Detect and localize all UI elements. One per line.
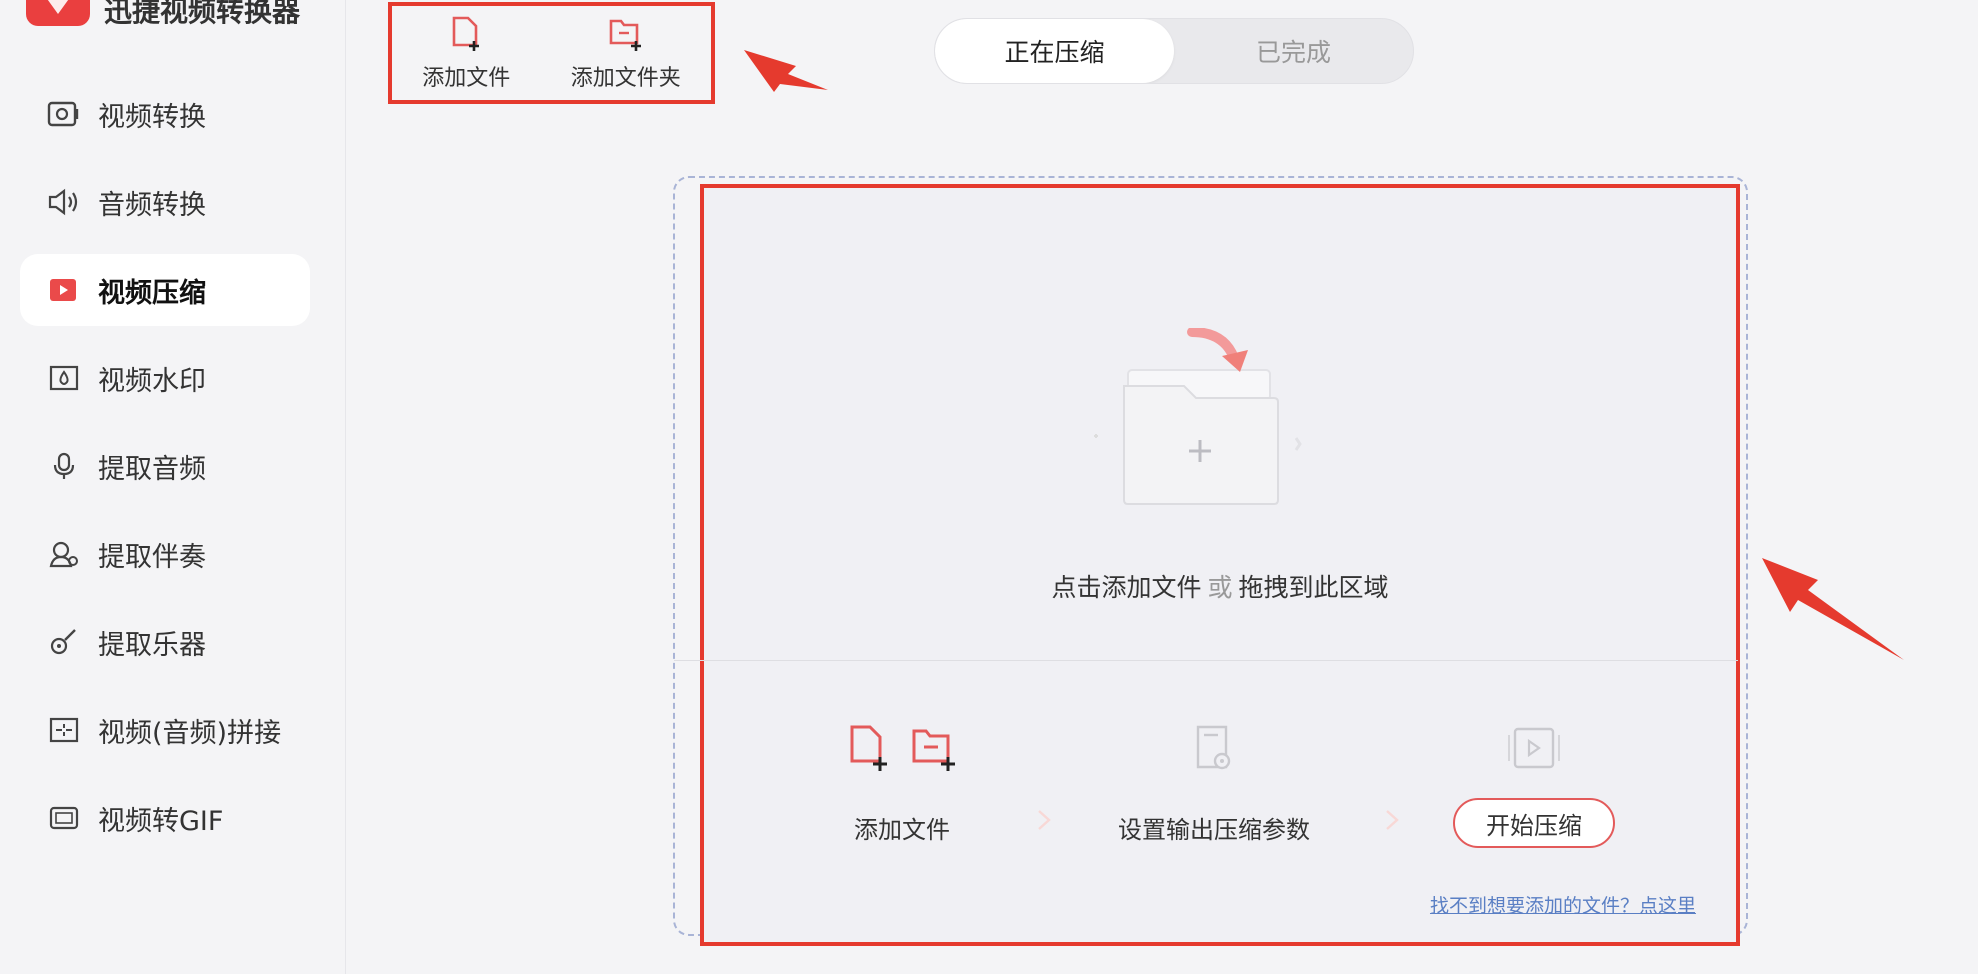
video-convert-icon (44, 94, 84, 134)
dropzone-hint-or: 或 (1207, 573, 1233, 602)
add-folder-label: 添加文件夹 (570, 66, 681, 91)
step-add-file: 添加文件 (812, 718, 992, 845)
settings-file-icon (1196, 725, 1231, 770)
step-start-icons (1505, 718, 1563, 778)
step-add-icons (846, 718, 958, 778)
tab-completed[interactable]: 已完成 (1174, 19, 1413, 83)
add-file-icon (446, 14, 486, 54)
add-file-icon[interactable] (846, 723, 890, 773)
sidebar-item-label: 视频转换 (98, 101, 206, 133)
sidebar-item-label: 视频压缩 (98, 277, 206, 309)
add-folder-icon[interactable] (910, 723, 958, 773)
status-tabs: 正在压缩 已完成 (934, 18, 1414, 84)
sidebar-item-label: 视频转GIF (98, 805, 224, 837)
help-link[interactable]: 找不到想要添加的文件？点这里 (1430, 891, 1696, 918)
dropzone-hint-click: 点击添加文件 (1051, 573, 1202, 602)
gif-icon (44, 798, 84, 838)
sidebar: 迅捷视频转换器 视频转换 音频转换 视频压缩 视频水印 提取音频 提取伴奏 提取… (0, 0, 346, 974)
dropzone[interactable]: 点击添加文件或拖拽到此区域 (704, 188, 1736, 658)
watermark-icon (44, 358, 84, 398)
sidebar-item-label: 视频水印 (98, 365, 206, 397)
chevron-right-icon (1038, 810, 1051, 830)
sidebar-item-video-convert[interactable]: 视频转换 (20, 78, 310, 150)
add-file-label: 添加文件 (422, 66, 511, 91)
step-set-params: 设置输出压缩参数 (1104, 718, 1324, 845)
sidebar-item-label: 提取伴奏 (98, 541, 206, 573)
step-add-file-label: 添加文件 (854, 816, 950, 844)
chevron-right-icon (1386, 810, 1399, 830)
step-set-params-label: 设置输出压缩参数 (1118, 816, 1310, 844)
add-folder-illustration-icon (1094, 328, 1302, 505)
step-params-icons (1192, 718, 1236, 778)
tab-compressing[interactable]: 正在压缩 (935, 19, 1174, 83)
sidebar-item-label: 视频(音频)拼接 (98, 717, 282, 749)
sidebar-item-label: 音频转换 (98, 189, 206, 221)
annotation-arrow-icon (1762, 558, 1904, 660)
add-folder-icon (606, 14, 646, 54)
steps-guide: 添加文件 设置输出压缩参数 开始压缩 (704, 718, 1736, 878)
video-play-icon (1508, 727, 1560, 769)
sidebar-item-extract-audio[interactable]: 提取音频 (20, 430, 310, 502)
dropzone-panel: 点击添加文件或拖拽到此区域 添加文件 设置输出压缩参数 开始压缩 找不到想要添加… (674, 184, 1740, 946)
sidebar-item-audio-convert[interactable]: 音频转换 (20, 166, 310, 238)
dropzone-hint-drag: 拖拽到此区域 (1238, 573, 1389, 602)
sidebar-item-label: 提取乐器 (98, 629, 206, 661)
step-start: 开始压缩 (1444, 718, 1624, 848)
extract-audio-icon (44, 446, 84, 486)
sidebar-item-video-to-gif[interactable]: 视频转GIF (20, 782, 310, 854)
sidebar-item-label: 提取音频 (98, 453, 206, 485)
app-logo-icon (26, 0, 90, 26)
extract-accompaniment-icon (44, 534, 84, 574)
add-file-button[interactable]: 添加文件 (422, 14, 510, 92)
app-title: 迅捷视频转换器 (104, 0, 301, 28)
video-compress-icon (44, 270, 84, 310)
sidebar-item-video-compress[interactable]: 视频压缩 (20, 254, 310, 326)
merge-icon (44, 710, 84, 750)
audio-convert-icon (44, 182, 84, 222)
sidebar-item-watermark[interactable]: 视频水印 (20, 342, 310, 414)
sidebar-item-extract-instrument[interactable]: 提取乐器 (20, 606, 310, 678)
sidebar-item-extract-accompaniment[interactable]: 提取伴奏 (20, 518, 310, 590)
dropzone-hint: 点击添加文件或拖拽到此区域 (704, 568, 1736, 604)
toolbar: 添加文件 添加文件夹 (388, 2, 715, 104)
app-logo: 迅捷视频转换器 (26, 0, 300, 30)
annotation-arrow-icon (744, 50, 828, 92)
dropzone-divider (674, 660, 1738, 661)
guitar-icon (44, 622, 84, 662)
start-compress-button[interactable]: 开始压缩 (1453, 798, 1615, 848)
sidebar-item-merge[interactable]: 视频(音频)拼接 (20, 694, 310, 766)
sidebar-nav: 视频转换 音频转换 视频压缩 视频水印 提取音频 提取伴奏 提取乐器 视频(音频… (20, 78, 310, 870)
add-folder-button[interactable]: 添加文件夹 (571, 14, 681, 92)
